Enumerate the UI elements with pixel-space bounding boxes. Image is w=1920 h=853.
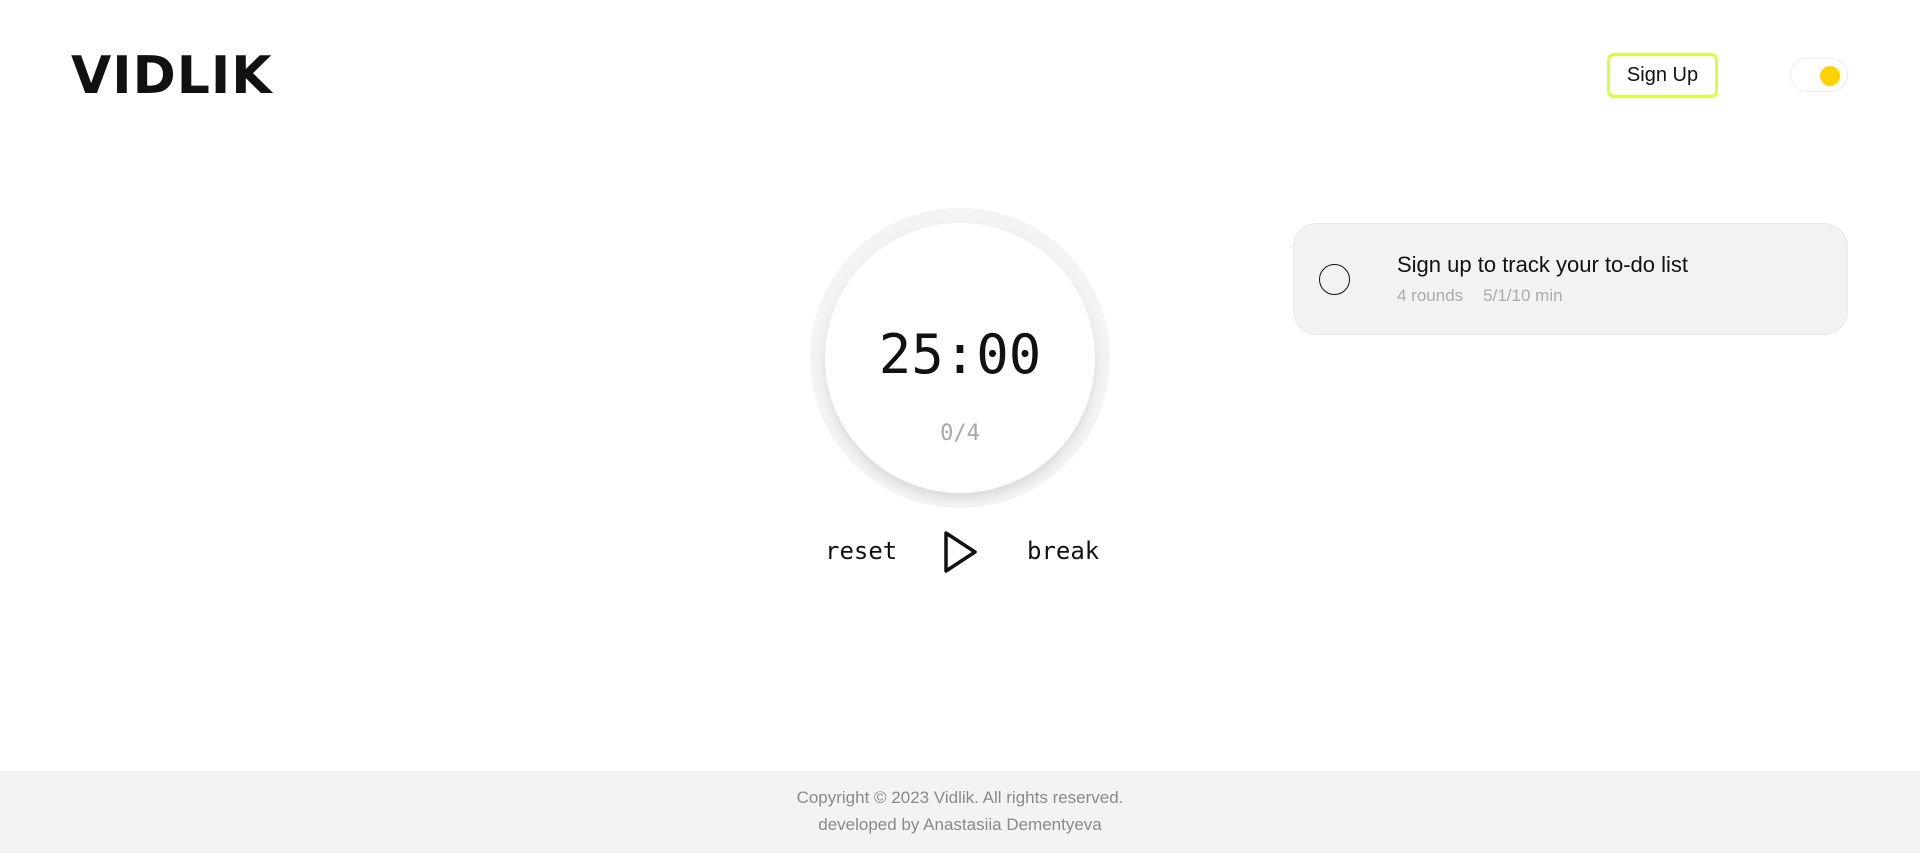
theme-toggle[interactable] — [1790, 58, 1848, 92]
play-icon — [944, 531, 977, 573]
timer-display: 25:00 — [878, 323, 1042, 386]
task-checkbox[interactable] — [1319, 264, 1350, 295]
page: VIDLIK Sign Up 25:00 0/4 reset break Sig… — [0, 0, 1920, 853]
break-button[interactable]: break — [1027, 536, 1099, 566]
timer-ring: 25:00 0/4 — [810, 208, 1110, 508]
logo[interactable]: VIDLIK — [71, 50, 273, 102]
task-meta: 4 rounds 5/1/10 min — [1397, 286, 1563, 306]
task-durations: 5/1/10 min — [1483, 286, 1563, 305]
copyright-text: Copyright © 2023 Vidlik. All rights rese… — [796, 788, 1124, 807]
play-button[interactable] — [940, 530, 980, 574]
task-title: Sign up to track your to-do list — [1397, 252, 1689, 277]
sign-up-button[interactable]: Sign Up — [1607, 53, 1718, 98]
task-rounds: 4 rounds — [1397, 286, 1464, 305]
reset-button[interactable]: reset — [825, 536, 897, 566]
rounds-counter: 0/4 — [940, 421, 980, 446]
timer-face: 25:00 0/4 — [825, 223, 1095, 493]
footer: Copyright © 2023 Vidlik. All rights rese… — [0, 771, 1920, 853]
task-card: Sign up to track your to-do list 4 round… — [1293, 223, 1848, 335]
developer-credit: developed by Anastasiia Dementyeva — [818, 815, 1102, 834]
sun-toggle-icon — [1820, 66, 1840, 86]
